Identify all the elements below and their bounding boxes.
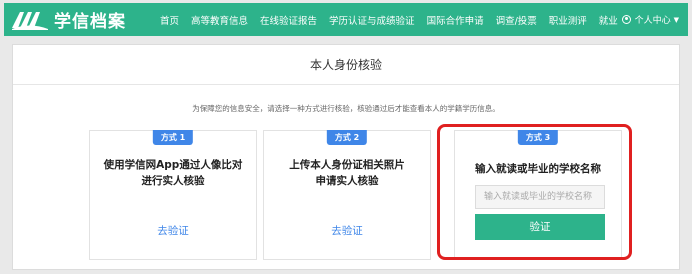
option-title: 上传本人身份证相关照片 申请实人核验 xyxy=(264,157,430,189)
option-title-line: 进行实人核验 xyxy=(141,175,205,187)
option-title: 输入就读或毕业的学校名称 xyxy=(475,163,601,175)
option-card-school-name: 方式 3 输入就读或毕业的学校名称 验证 xyxy=(454,130,622,260)
identity-verification-panel: 本人身份核验 为保障您的信息安全，请选择一种方式进行核验，核验通过后才能查看本人… xyxy=(12,44,680,270)
verify-button[interactable]: 验证 xyxy=(475,214,605,240)
school-name-input[interactable] xyxy=(475,185,605,209)
option-badge: 方式 2 xyxy=(326,130,368,145)
user-center-menu[interactable]: 个人中心 ▼ xyxy=(621,3,679,36)
top-nav-bar: 学信档案 首页 高等教育信息 在线验证报告 学历认证与成绩验证 国际合作申请 调… xyxy=(4,3,688,36)
option-card-id-upload: 方式 2 上传本人身份证相关照片 申请实人核验 去验证 xyxy=(263,130,431,260)
nav-item-online-report[interactable]: 在线验证报告 xyxy=(260,13,317,27)
option-badge: 方式 1 xyxy=(152,130,194,145)
nav-item-degree-certification[interactable]: 学历认证与成绩验证 xyxy=(329,13,415,27)
chevron-down-icon: ▼ xyxy=(673,15,679,24)
option-title-line: 使用学信网App通过人像比对 xyxy=(103,159,243,171)
nav-item-survey[interactable]: 调查/投票 xyxy=(496,13,537,27)
user-center-label: 个人中心 xyxy=(634,16,671,26)
main-nav: 首页 高等教育信息 在线验证报告 学历认证与成绩验证 国际合作申请 调查/投票 … xyxy=(160,13,630,27)
logo[interactable]: 学信档案 xyxy=(10,7,142,32)
security-notice: 为保障您的信息安全，请选择一种方式进行核验，核验通过后才能查看本人的学籍学历信息… xyxy=(192,104,500,113)
nav-item-higher-education[interactable]: 高等教育信息 xyxy=(191,13,248,27)
go-verify-link[interactable]: 去验证 xyxy=(264,223,430,238)
option-card-app: 方式 1 使用学信网App通过人像比对 进行实人核验 去验证 xyxy=(89,130,257,260)
nav-item-career-test[interactable]: 职业测评 xyxy=(549,13,587,27)
option-title: 使用学信网App通过人像比对 进行实人核验 xyxy=(90,157,256,189)
user-icon xyxy=(621,15,631,24)
option-title-line: 上传本人身份证相关照片 xyxy=(289,159,405,171)
logo-text: 学信档案 xyxy=(54,12,126,32)
nav-item-employment[interactable]: 就业 xyxy=(599,13,618,27)
go-verify-link[interactable]: 去验证 xyxy=(90,223,256,238)
nav-item-home[interactable]: 首页 xyxy=(160,13,179,27)
nav-item-international[interactable]: 国际合作申请 xyxy=(427,13,484,27)
option-badge: 方式 3 xyxy=(517,130,559,145)
page-title: 本人身份核验 xyxy=(13,45,679,85)
logo-icon xyxy=(12,11,48,30)
option-title-line: 申请实人核验 xyxy=(315,175,379,187)
